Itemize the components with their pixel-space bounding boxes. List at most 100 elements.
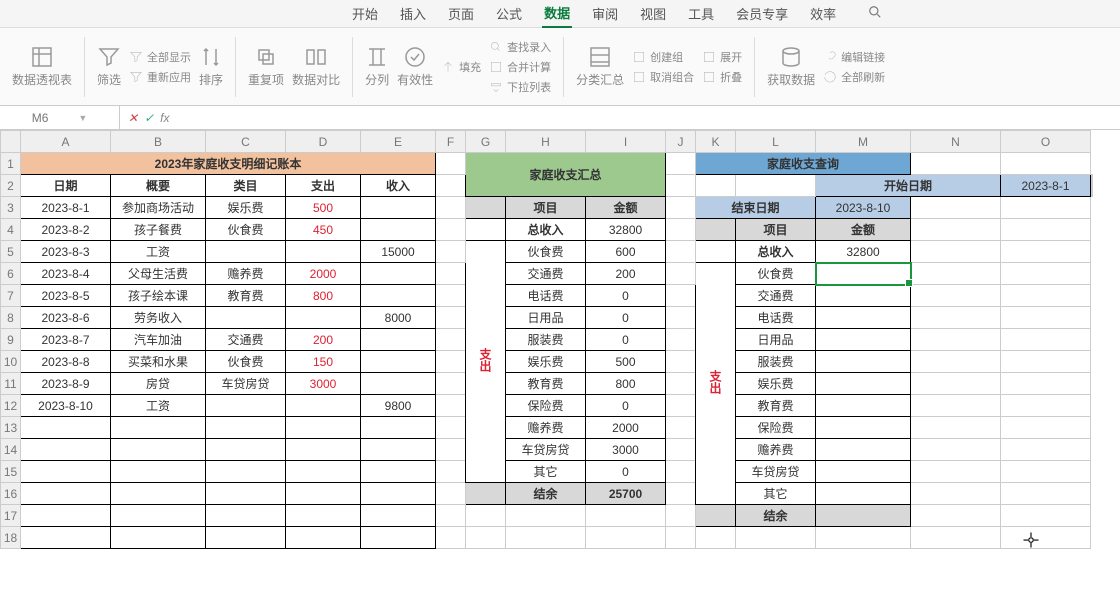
merge-calc-button[interactable]: 合并计算: [489, 58, 551, 76]
cell[interactable]: [436, 505, 466, 527]
cell[interactable]: [436, 483, 466, 505]
cell[interactable]: [586, 527, 666, 549]
cell[interactable]: [361, 461, 436, 483]
dropdown-list-button[interactable]: 下拉列表: [489, 78, 551, 96]
cell[interactable]: [436, 285, 466, 307]
cell[interactable]: [436, 527, 466, 549]
cell[interactable]: [696, 219, 736, 241]
cell[interactable]: [506, 505, 586, 527]
col-header[interactable]: H: [506, 131, 586, 153]
cell[interactable]: [466, 505, 506, 527]
cell[interactable]: [666, 483, 696, 505]
cell[interactable]: [696, 175, 736, 197]
reapply-button[interactable]: 重新应用: [129, 68, 191, 86]
compare-button[interactable]: 数据对比: [292, 45, 340, 88]
cell[interactable]: [111, 439, 206, 461]
cell[interactable]: [666, 461, 696, 483]
cell[interactable]: 支出: [286, 175, 361, 197]
cell[interactable]: [911, 505, 1001, 527]
cell[interactable]: 赡养费: [736, 439, 816, 461]
cell[interactable]: 500: [286, 197, 361, 219]
cell[interactable]: 参加商场活动: [111, 197, 206, 219]
cell[interactable]: 孩子餐费: [111, 219, 206, 241]
cell[interactable]: [816, 505, 911, 527]
cell[interactable]: 伙食费: [736, 263, 816, 285]
cell[interactable]: [286, 483, 361, 505]
col-header[interactable]: J: [666, 131, 696, 153]
cell[interactable]: 结余: [736, 505, 816, 527]
cell[interactable]: [911, 329, 1001, 351]
cell[interactable]: 9800: [361, 395, 436, 417]
col-header[interactable]: N: [911, 131, 1001, 153]
cell[interactable]: [736, 527, 816, 549]
cell[interactable]: 概要: [111, 175, 206, 197]
cell[interactable]: [361, 219, 436, 241]
col-header[interactable]: [1, 131, 21, 153]
cell[interactable]: [911, 153, 1001, 175]
menu-tab[interactable]: 视图: [638, 0, 668, 27]
cell[interactable]: 电话费: [736, 307, 816, 329]
cell[interactable]: [111, 461, 206, 483]
cell[interactable]: 2023-8-2: [21, 219, 111, 241]
cell[interactable]: [286, 241, 361, 263]
cell[interactable]: [286, 395, 361, 417]
cell[interactable]: [111, 417, 206, 439]
menu-tab[interactable]: 效率: [808, 0, 838, 27]
cell[interactable]: [361, 483, 436, 505]
cell[interactable]: 8000: [361, 307, 436, 329]
cell[interactable]: 32800: [816, 241, 911, 263]
cell[interactable]: [466, 197, 506, 219]
cell[interactable]: [1092, 175, 1093, 197]
cell[interactable]: 0: [586, 307, 666, 329]
cell[interactable]: 类目: [206, 175, 286, 197]
cell[interactable]: 2023-8-3: [21, 241, 111, 263]
cell[interactable]: 0: [586, 329, 666, 351]
cell[interactable]: [816, 263, 911, 285]
cell[interactable]: 2023-8-8: [21, 351, 111, 373]
fx-icon[interactable]: fx: [160, 111, 169, 125]
row-header[interactable]: 8: [1, 307, 21, 329]
cell[interactable]: 32800: [586, 219, 666, 241]
cell[interactable]: 500: [586, 351, 666, 373]
cell[interactable]: 赡养费: [206, 263, 286, 285]
cell[interactable]: [436, 439, 466, 461]
sort-button[interactable]: 排序: [199, 45, 223, 88]
cell[interactable]: [206, 395, 286, 417]
cell[interactable]: 娱乐费: [736, 373, 816, 395]
row-header[interactable]: 18: [1, 527, 21, 549]
cell[interactable]: 汽车加油: [111, 329, 206, 351]
cell[interactable]: [816, 329, 911, 351]
cell[interactable]: [816, 351, 911, 373]
fill-button[interactable]: 填充: [441, 58, 481, 76]
cell[interactable]: [361, 417, 436, 439]
cell[interactable]: [286, 461, 361, 483]
cell[interactable]: 项目: [506, 197, 586, 219]
col-header[interactable]: D: [286, 131, 361, 153]
cell[interactable]: [1001, 527, 1091, 549]
confirm-icon[interactable]: ✓: [144, 111, 154, 125]
cell[interactable]: [1001, 197, 1091, 219]
row-header[interactable]: 16: [1, 483, 21, 505]
cell[interactable]: 200: [286, 329, 361, 351]
cell[interactable]: [1001, 417, 1091, 439]
row-header[interactable]: 11: [1, 373, 21, 395]
cell[interactable]: 车贷房贷: [206, 373, 286, 395]
row-header[interactable]: 10: [1, 351, 21, 373]
cell[interactable]: [1001, 351, 1091, 373]
edit-link-button[interactable]: 编辑链接: [823, 48, 885, 66]
cell[interactable]: 伙食费: [206, 219, 286, 241]
cell[interactable]: 金额: [586, 197, 666, 219]
cell[interactable]: [1001, 263, 1091, 285]
pivot-button[interactable]: 数据透视表: [12, 45, 72, 88]
cell[interactable]: 0: [586, 461, 666, 483]
filter-button[interactable]: 筛选: [97, 45, 121, 88]
cell[interactable]: [816, 395, 911, 417]
col-header[interactable]: O: [1001, 131, 1091, 153]
cell[interactable]: [1001, 241, 1091, 263]
cell[interactable]: [816, 527, 911, 549]
cell[interactable]: 家庭收支查询: [696, 153, 911, 175]
cell[interactable]: [436, 175, 466, 197]
cell[interactable]: [286, 439, 361, 461]
cell[interactable]: [361, 373, 436, 395]
cell[interactable]: [506, 527, 586, 549]
